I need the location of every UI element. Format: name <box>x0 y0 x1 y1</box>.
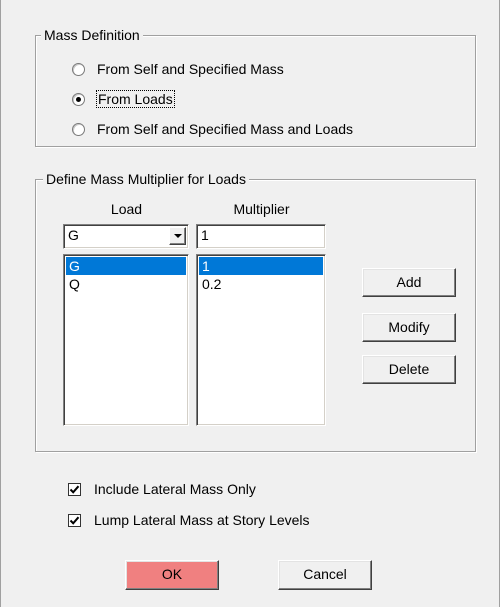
multiplier-list[interactable]: 1 0.2 <box>196 254 326 426</box>
radio-button-icon[interactable] <box>72 62 85 76</box>
add-button[interactable]: Add <box>362 268 456 297</box>
radio-button-checked-icon[interactable] <box>72 92 85 106</box>
cancel-button[interactable]: Cancel <box>278 560 372 590</box>
load-list[interactable]: G Q <box>63 254 189 426</box>
checkbox-checked-icon[interactable] <box>68 482 81 496</box>
load-select-value: G <box>68 227 79 243</box>
window-left-edge <box>0 0 1 607</box>
multiplier-list-item[interactable]: 0.2 <box>199 275 323 293</box>
radio-label: From Self and Specified Mass <box>97 61 284 77</box>
ok-button[interactable]: OK <box>125 560 219 590</box>
lump-lateral-mass-checkbox[interactable]: Lump Lateral Mass at Story Levels <box>68 511 310 529</box>
radio-label: From Self and Specified Mass and Loads <box>97 121 354 137</box>
load-list-item[interactable]: Q <box>66 275 186 293</box>
mass-definition-group: Mass Definition From Self and Specified … <box>35 27 476 147</box>
delete-button[interactable]: Delete <box>362 355 456 384</box>
include-lateral-mass-only-checkbox[interactable]: Include Lateral Mass Only <box>68 480 256 498</box>
mass-definition-legend: Mass Definition <box>41 27 143 43</box>
multiplier-column-header: Multiplier <box>233 201 290 217</box>
multiplier-input[interactable]: 1 <box>196 224 326 249</box>
multiplier-list-item[interactable]: 1 <box>199 257 323 275</box>
checkbox-checked-icon[interactable] <box>68 513 81 527</box>
load-select[interactable]: G <box>63 224 189 249</box>
multiplier-input-value: 1 <box>201 227 209 243</box>
radio-label: From Loads <box>96 90 175 108</box>
modify-button[interactable]: Modify <box>362 313 456 342</box>
load-list-item[interactable]: G <box>66 257 186 275</box>
radio-from-loads[interactable]: From Loads <box>72 90 175 108</box>
radio-from-self-and-specified-mass[interactable]: From Self and Specified Mass <box>72 60 284 78</box>
checkbox-label: Include Lateral Mass Only <box>94 481 256 497</box>
load-column-header: Load <box>110 201 143 217</box>
chevron-down-icon[interactable] <box>169 227 186 245</box>
radio-from-self-specified-and-loads[interactable]: From Self and Specified Mass and Loads <box>72 120 353 138</box>
mass-multiplier-legend: Define Mass Multiplier for Loads <box>43 171 249 187</box>
checkbox-label: Lump Lateral Mass at Story Levels <box>94 512 310 528</box>
radio-button-icon[interactable] <box>72 122 85 136</box>
